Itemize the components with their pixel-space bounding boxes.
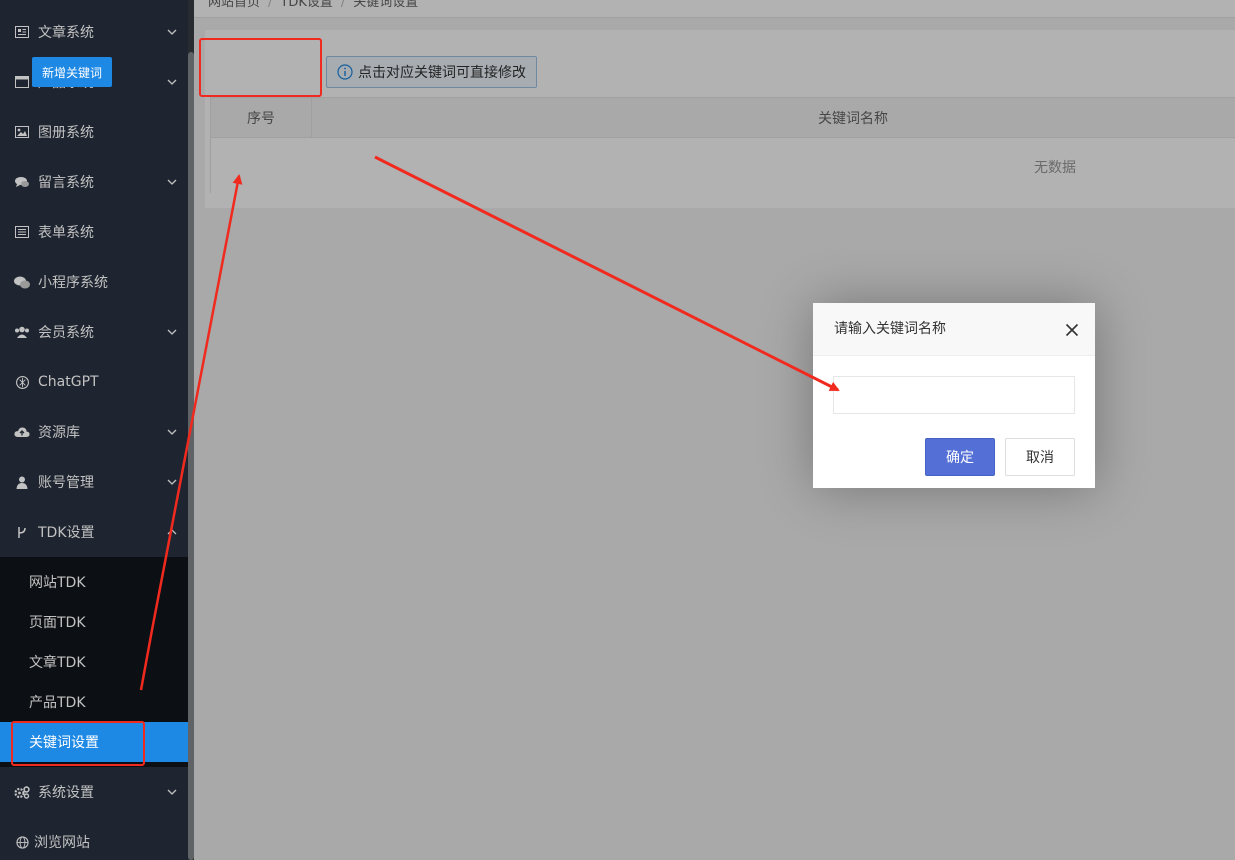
- keyword-name-input[interactable]: [833, 376, 1075, 414]
- confirm-button[interactable]: 确定: [925, 438, 995, 476]
- cancel-button[interactable]: 取消: [1005, 438, 1075, 476]
- sidebar-overlay: [0, 0, 194, 860]
- keyword-prompt-dialog: 请输入关键词名称 确定 取消: [813, 303, 1095, 488]
- dialog-title: 请输入关键词名称: [813, 303, 1095, 356]
- close-icon[interactable]: [1065, 323, 1079, 337]
